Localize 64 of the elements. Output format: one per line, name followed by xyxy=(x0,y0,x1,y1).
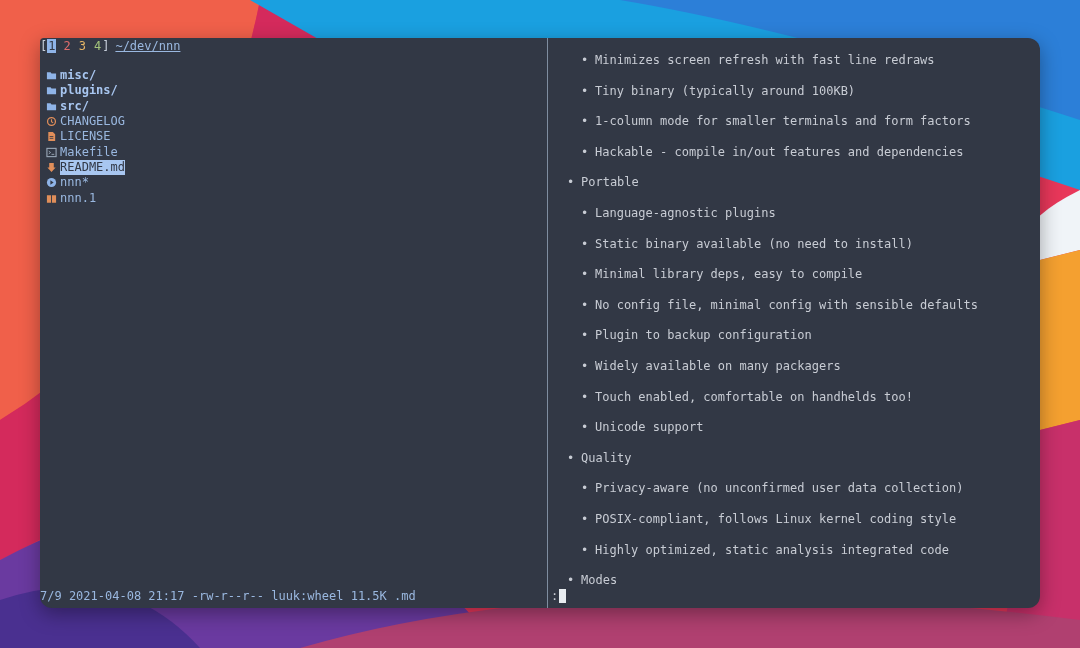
bullet: • xyxy=(581,328,590,344)
file-item[interactable]: src/ xyxy=(60,98,89,114)
list-item: Widely available on many packagers xyxy=(595,358,841,374)
bullet: • xyxy=(581,511,590,527)
file-item[interactable]: CHANGELOG xyxy=(60,114,126,130)
file-item[interactable]: misc/ xyxy=(60,68,97,84)
folder-icon xyxy=(46,100,57,112)
bullet: • xyxy=(581,83,590,99)
bullet: • xyxy=(581,542,590,558)
context-tab[interactable]: 3 xyxy=(77,38,87,53)
status-line: 7/9 2021-04-08 21:17 -rw-r--r-- luuk:wheel 11.5K .md xyxy=(40,589,417,603)
file-item[interactable]: plugins/ xyxy=(60,83,118,99)
list-item: Unicode support xyxy=(595,420,704,436)
list-item: POSIX-compliant, follows Linux kernel coding style xyxy=(595,511,957,527)
text-cursor xyxy=(559,589,567,603)
list-item: Modes xyxy=(581,573,618,589)
list-item: Tiny binary (typically around 100KB) xyxy=(595,83,856,99)
list-item: Minimal library deps, easy to compile xyxy=(595,267,863,283)
current-path: ~/dev/nnn xyxy=(115,38,181,53)
file-item[interactable]: Makefile xyxy=(60,144,118,160)
arrow-down-icon xyxy=(46,161,57,173)
bullet: • xyxy=(581,144,590,160)
file-item[interactable]: README.md xyxy=(60,159,126,175)
bullet: • xyxy=(581,236,590,252)
list-item: Privacy-aware (no unconfirmed user data collection) xyxy=(595,481,964,497)
clock-icon xyxy=(46,116,57,128)
play-icon xyxy=(46,177,57,189)
bullet: • xyxy=(581,481,590,497)
bracket: ] xyxy=(102,38,110,53)
bullet: • xyxy=(581,420,590,436)
list-item: Hackable - compile in/out features and dependencies xyxy=(595,144,964,160)
bullet: • xyxy=(567,175,576,191)
terminal-icon xyxy=(46,146,57,158)
bullet: • xyxy=(581,114,590,130)
bullet: • xyxy=(581,389,590,405)
list-item: No config file, minimal config with sensible defaults xyxy=(595,297,978,313)
bullet: • xyxy=(567,573,576,589)
context-tab[interactable]: 2 xyxy=(62,38,72,53)
list-item: Plugin to backup configuration xyxy=(595,328,812,344)
list-item: 1-column mode for smaller terminals and form factors xyxy=(595,114,971,130)
file-item[interactable]: nnn.1 xyxy=(60,190,97,206)
list-item: Minimizes screen refresh with fast line redraws xyxy=(595,53,935,68)
bullet: • xyxy=(567,450,576,466)
context-tab[interactable]: 1 xyxy=(47,38,57,53)
command-prompt: : xyxy=(551,589,559,603)
book-icon xyxy=(46,192,57,204)
context-tab[interactable]: 4 xyxy=(92,38,103,53)
bracket: [ xyxy=(40,38,48,53)
list-item: Static binary available (no need to install) xyxy=(595,236,913,252)
list-item: Language-agnostic plugins xyxy=(595,205,776,221)
folder-icon xyxy=(46,85,57,97)
file-item[interactable]: LICENSE xyxy=(60,129,111,145)
list-item: Highly optimized, static analysis integrated code xyxy=(595,542,949,558)
bullet: • xyxy=(581,358,590,374)
document-icon xyxy=(46,131,57,143)
list-item: Quality xyxy=(581,450,632,466)
folder-icon xyxy=(46,70,57,82)
bullet: • xyxy=(581,267,590,283)
bullet: • xyxy=(581,297,590,313)
list-item: Portable xyxy=(581,175,639,191)
list-item: Touch enabled, comfortable on handhelds too! xyxy=(595,389,913,405)
bullet: • xyxy=(581,53,590,68)
bullet: • xyxy=(581,205,590,221)
file-item[interactable]: nnn* xyxy=(60,175,89,191)
